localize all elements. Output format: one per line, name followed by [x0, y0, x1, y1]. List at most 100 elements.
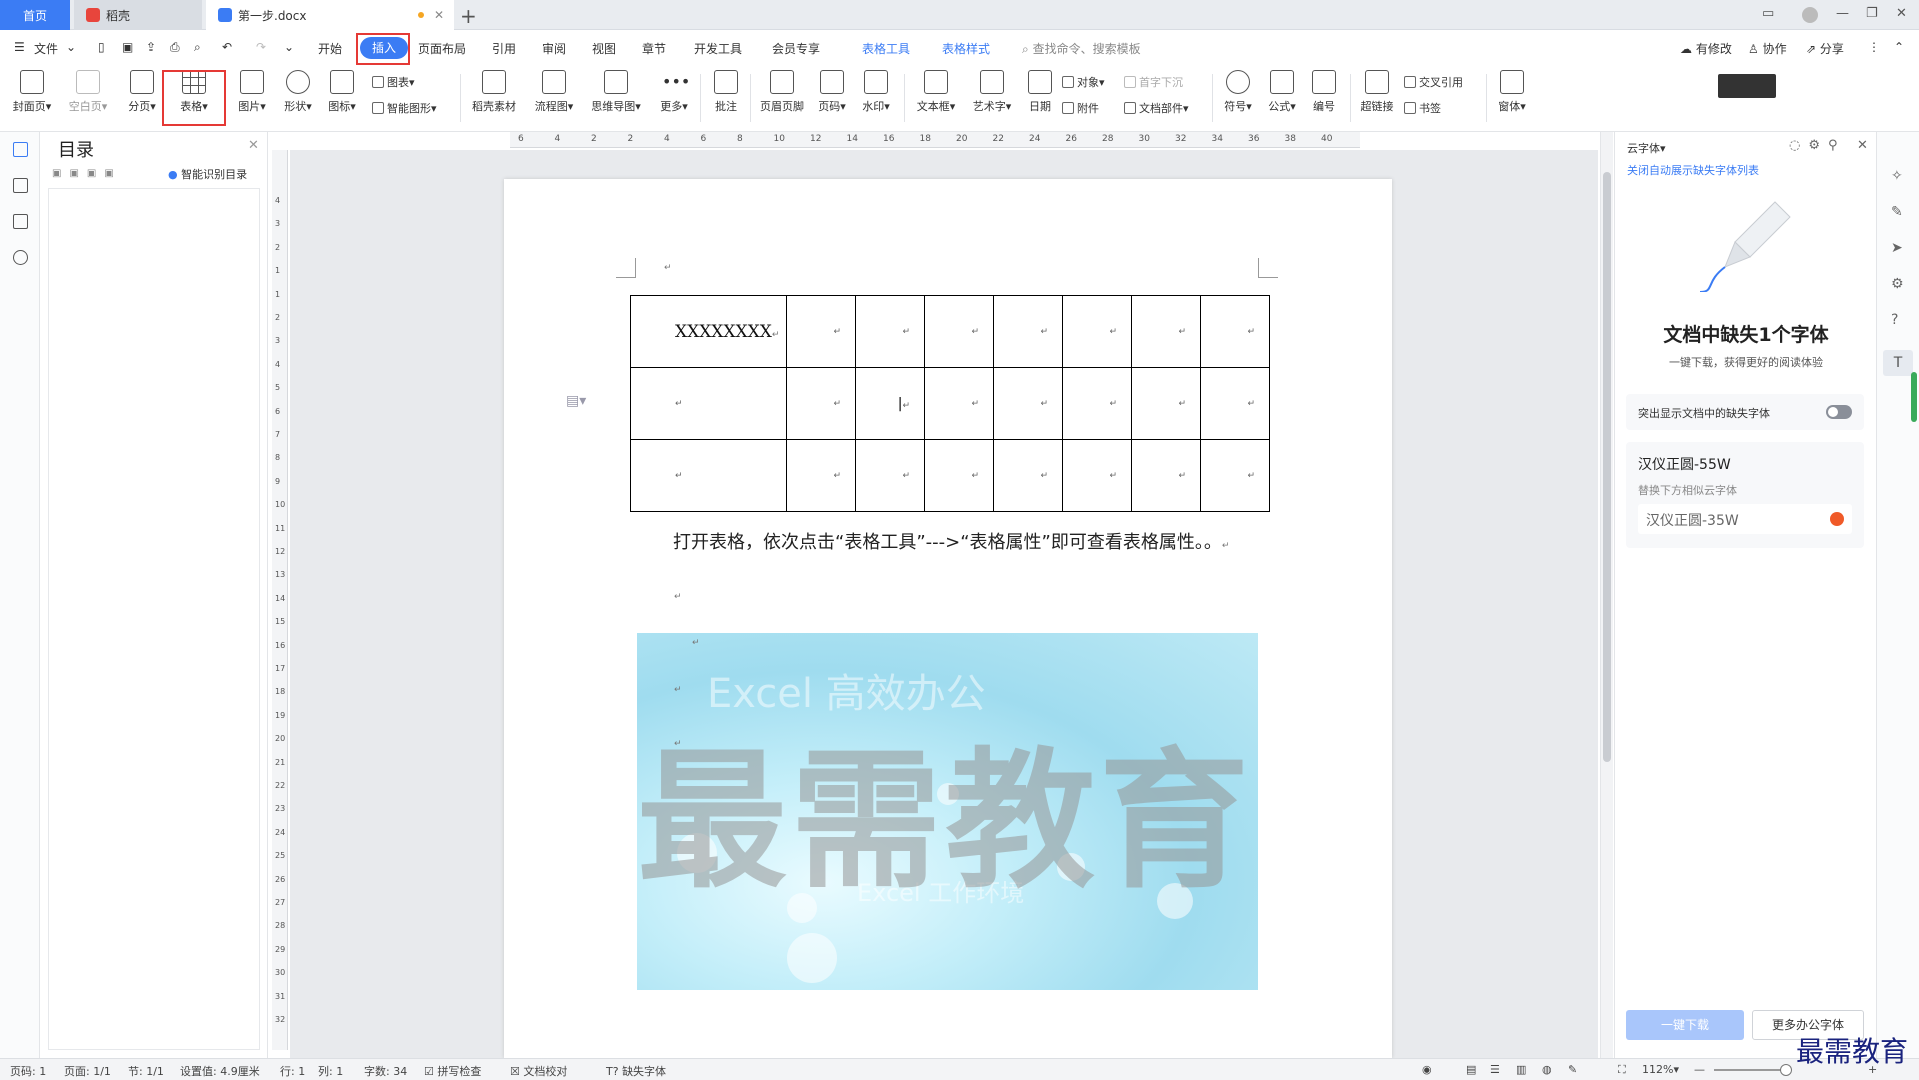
- reading-view-icon[interactable]: ▥: [1516, 1063, 1526, 1076]
- table-cell[interactable]: ↵: [1062, 295, 1132, 368]
- menu-chapter[interactable]: 章节: [642, 40, 666, 57]
- web-view-icon[interactable]: ◍: [1542, 1063, 1552, 1076]
- vertical-scrollbar[interactable]: [1600, 132, 1613, 1058]
- redo-icon[interactable]: ↷: [256, 40, 266, 54]
- more-options-icon[interactable]: ⋮: [1868, 40, 1880, 54]
- menu-page-layout[interactable]: 页面布局: [418, 40, 466, 57]
- export-icon[interactable]: ⇪: [146, 40, 156, 54]
- save-icon[interactable]: ▣: [122, 40, 133, 54]
- table-cell[interactable]: XXXXXXXX↵: [630, 295, 787, 368]
- zoom-slider-handle[interactable]: [1780, 1064, 1792, 1076]
- wordart-button[interactable]: 艺术字▾: [968, 70, 1016, 114]
- table-cell[interactable]: ↵: [855, 295, 925, 368]
- missing-font-status-button[interactable]: T? 缺失字体: [606, 1063, 666, 1079]
- search-command[interactable]: ⌕ 查找命令、搜索模板: [1022, 40, 1141, 57]
- print-preview-icon[interactable]: ⌕: [194, 40, 201, 55]
- menu-table-tools[interactable]: 表格工具: [862, 40, 910, 57]
- status-word-count[interactable]: 字数: 34: [364, 1063, 407, 1079]
- share-button[interactable]: ⇗ 分享: [1806, 40, 1844, 57]
- drop-cap-button[interactable]: 首字下沉: [1124, 74, 1183, 90]
- table-cell[interactable]: ↵: [786, 439, 856, 512]
- close-panel-icon[interactable]: ✕: [1857, 138, 1868, 153]
- cross-ref-button[interactable]: 交叉引用: [1404, 74, 1463, 90]
- download-badge-icon[interactable]: [1830, 512, 1844, 526]
- menu-start[interactable]: 开始: [318, 40, 342, 57]
- spell-check-button[interactable]: ☑ 拼写检查: [424, 1063, 481, 1079]
- page-break-button[interactable]: 分页▾: [122, 70, 162, 114]
- collaborate-button[interactable]: ♙ 协作: [1748, 40, 1787, 57]
- table-cell[interactable]: ↵: [1200, 295, 1270, 368]
- cover-page-button[interactable]: 封面页▾: [10, 70, 54, 114]
- blank-page-button[interactable]: 空白页▾: [66, 70, 110, 114]
- table-cell[interactable]: |↵: [855, 367, 925, 440]
- page-number-button[interactable]: 页码▾: [814, 70, 850, 114]
- chapter-nav-icon[interactable]: [13, 178, 28, 193]
- fit-page-icon[interactable]: ⛶: [1618, 1063, 1626, 1077]
- has-changes-button[interactable]: ☁ 有修改: [1680, 40, 1732, 57]
- status-page-number[interactable]: 页码: 1: [10, 1063, 46, 1079]
- menu-member[interactable]: 会员专享: [772, 40, 820, 57]
- close-auto-show-link[interactable]: 关闭自动展示缺失字体列表: [1627, 162, 1759, 178]
- toc-list[interactable]: [48, 188, 260, 1050]
- edit-icon[interactable]: ✎: [1891, 204, 1903, 220]
- style-icon[interactable]: ✧: [1891, 168, 1903, 184]
- numbering-button[interactable]: 编号: [1306, 70, 1342, 114]
- icon-button[interactable]: 图标▾: [322, 70, 362, 114]
- new-tab-button[interactable]: +: [460, 4, 477, 28]
- hamburger-icon[interactable]: ☰: [14, 40, 25, 54]
- table-cell[interactable]: ↵: [993, 295, 1063, 368]
- horizontal-ruler[interactable]: 6 4 2 2 4 6 8 10 12 14 16 18 20 22 24 26 28 30 32 34 36 38 40: [510, 132, 1360, 148]
- table-cell[interactable]: ↵: [993, 367, 1063, 440]
- textbox-button[interactable]: 文本框▾: [912, 70, 960, 114]
- smart-shape-button[interactable]: 智能图形▾: [372, 100, 437, 116]
- status-setting[interactable]: 设置值: 4.9厘米: [180, 1063, 260, 1079]
- table-cell[interactable]: ↵: [1131, 367, 1201, 440]
- formula-button[interactable]: 公式▾: [1262, 70, 1302, 114]
- minimize-icon[interactable]: —: [1836, 6, 1849, 21]
- more-quick-icon[interactable]: ⌄: [284, 40, 294, 54]
- close-toc-icon[interactable]: ✕: [248, 138, 259, 153]
- download-all-button[interactable]: 一键下载: [1626, 1010, 1744, 1040]
- header-footer-button[interactable]: 页眉页脚: [756, 70, 808, 114]
- toc-level-icons[interactable]: ▣▣▣▣: [52, 168, 122, 179]
- flowchart-button[interactable]: 流程图▾: [530, 70, 578, 114]
- daoke-material-button[interactable]: 稻壳素材: [466, 70, 522, 114]
- select-icon[interactable]: ➤: [1891, 240, 1903, 256]
- avatar[interactable]: [1802, 7, 1818, 23]
- panel-action-icons[interactable]: ◌⚙⚲: [1789, 138, 1846, 153]
- promo-image[interactable]: [1718, 74, 1776, 98]
- menu-references[interactable]: 引用: [492, 40, 516, 57]
- tab-home[interactable]: 首页: [0, 0, 70, 30]
- zoom-out-icon[interactable]: —: [1694, 1063, 1705, 1076]
- scrollbar-thumb[interactable]: [1603, 172, 1611, 762]
- form-button[interactable]: 窗体▾: [1494, 70, 1530, 114]
- table-cell[interactable]: ↵: [924, 295, 994, 368]
- bookmark-button[interactable]: 书签: [1404, 100, 1441, 116]
- highlight-missing-toggle[interactable]: [1826, 405, 1852, 419]
- date-button[interactable]: 日期: [1022, 70, 1058, 114]
- eye-protection-icon[interactable]: ◉: [1422, 1063, 1432, 1076]
- table-cell[interactable]: ↵: [630, 367, 787, 440]
- mindmap-button[interactable]: 思维导图▾: [588, 70, 644, 114]
- table-cell[interactable]: ↵: [1062, 439, 1132, 512]
- symbol-button[interactable]: 符号▾: [1218, 70, 1258, 114]
- hyperlink-button[interactable]: 超链接: [1356, 70, 1398, 114]
- table-cell[interactable]: ↵: [630, 439, 787, 512]
- table-cell[interactable]: ↵: [924, 439, 994, 512]
- table-cell[interactable]: ↵: [993, 439, 1063, 512]
- undo-icon[interactable]: ↶: [222, 40, 232, 54]
- close-window-icon[interactable]: ✕: [1896, 6, 1907, 21]
- replacement-font-item[interactable]: 汉仪正圆-35W: [1638, 504, 1852, 534]
- table-cell[interactable]: ↵: [1200, 439, 1270, 512]
- status-section[interactable]: 节: 1/1: [128, 1063, 164, 1079]
- restore-icon[interactable]: ❐: [1866, 6, 1878, 21]
- status-column[interactable]: 列: 1: [318, 1063, 343, 1079]
- document-paragraph[interactable]: 打开表格，依次点击“表格工具”--->“表格属性”即可查看表格属性。。↵: [673, 528, 1229, 554]
- zoom-level[interactable]: 112%▾: [1642, 1063, 1679, 1076]
- picture-button[interactable]: 图片▾: [232, 70, 272, 114]
- table-cell[interactable]: ↵: [1131, 295, 1201, 368]
- new-doc-icon[interactable]: ▯: [98, 40, 105, 54]
- attachment-button[interactable]: 附件: [1062, 100, 1099, 116]
- comment-button[interactable]: 批注: [708, 70, 744, 114]
- zoom-slider[interactable]: [1714, 1069, 1788, 1071]
